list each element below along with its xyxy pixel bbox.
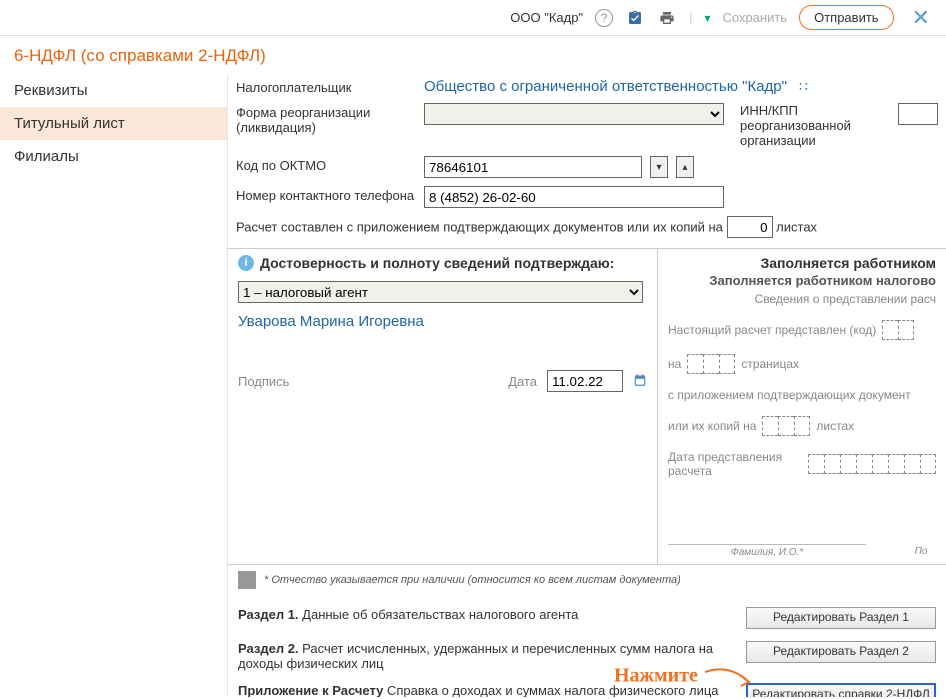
fam-label: Фамилия, И.О.* (668, 544, 866, 558)
title-bar: 6-НДФЛ (со справками 2-НДФЛ) (0, 36, 946, 74)
reorg-select[interactable] (424, 103, 724, 125)
section3-bold: Приложение к Расчету (238, 683, 383, 697)
phone-input[interactable] (424, 186, 724, 208)
clipboard-icon[interactable] (625, 8, 645, 28)
person-link[interactable]: Уварова Марина Игоревна (238, 313, 647, 330)
info-icon[interactable]: i (238, 255, 254, 271)
taxpayer-link[interactable]: Общество с ограниченной ответственностью… (424, 78, 787, 95)
calc-suffix: листах (776, 220, 817, 235)
reorg-label: Форма реорганизации (ликвидация) (236, 103, 416, 135)
gray-square-icon (238, 571, 256, 589)
date-input[interactable] (547, 370, 623, 392)
print-icon[interactable] (657, 8, 677, 28)
org-name: ООО "Кадр" (510, 10, 583, 25)
phone-label: Номер контактного телефона (236, 186, 416, 203)
right-title: Заполняется работником (668, 255, 936, 271)
page-title: 6-НДФЛ (со справками 2-НДФЛ) (14, 46, 932, 66)
pages-cells (687, 354, 735, 374)
row4-suf: листах (816, 419, 854, 433)
save-button: Сохранить (722, 10, 787, 25)
calc-prefix: Расчет составлен с приложением подтвержд… (236, 220, 723, 235)
edit-section2-button[interactable]: Редактировать Раздел 2 (746, 641, 936, 663)
edit-2ndfl-button[interactable]: Редактировать справки 2-НДФЛ (746, 683, 936, 697)
agent-select[interactable]: 1 – налоговый агент (238, 281, 643, 303)
topbar: ООО "Кадр" ? | ▾ Сохранить Отправить ✕ (0, 0, 946, 36)
oktmo-input[interactable] (424, 156, 642, 178)
oktmo-dropdown-icon[interactable]: ▾ (650, 156, 668, 178)
oktmo-up-icon[interactable]: ▴ (676, 156, 694, 178)
code-cells (882, 320, 914, 340)
date-label: Дата (508, 374, 537, 389)
right-note: Сведения о представлении расч (668, 292, 936, 306)
section2-bold: Раздел 2. (238, 641, 299, 656)
row3: с приложением подтверждающих документ (668, 388, 911, 402)
sidebar-item-requisites[interactable]: Реквизиты (0, 74, 227, 107)
section1-bold: Раздел 1. (238, 607, 299, 622)
row4-pre: или их копий на (668, 419, 756, 433)
cert-header: Достоверность и полноту сведений подтвер… (260, 255, 614, 271)
inn-label: ИНН/КПП реорганизованной организации (740, 103, 890, 148)
inn-input[interactable] (898, 103, 938, 125)
oktmo-label: Код по ОКТМО (236, 156, 416, 173)
section1-text: Данные об обязательствах налогового аген… (299, 607, 579, 622)
help-icon[interactable]: ? (595, 9, 613, 27)
right-sub: Заполняется работником налогово (668, 273, 936, 288)
taxpayer-label: Налогоплательщик (236, 78, 416, 95)
callout-annotation: Нажмите (614, 662, 753, 692)
calendar-icon[interactable] (633, 373, 647, 390)
list-icon[interactable]: ∷ (799, 78, 808, 95)
footnote-text: * Отчество указывается при наличии (отно… (264, 574, 681, 586)
chevron-down-icon[interactable]: ▾ (704, 11, 710, 25)
row1-pre: Настоящий расчет представлен (код) (668, 323, 876, 337)
close-icon[interactable]: ✕ (906, 5, 936, 31)
sidebar-item-title-page[interactable]: Титульный лист (0, 107, 227, 140)
po-label: По (906, 544, 936, 557)
send-button[interactable]: Отправить (799, 5, 893, 30)
sidebar: Реквизиты Титульный лист Филиалы (0, 74, 228, 697)
date-cells (808, 454, 936, 474)
sheets-cells (762, 416, 810, 436)
row5: Дата представления расчета (668, 450, 798, 478)
sidebar-item-branches[interactable]: Филиалы (0, 140, 227, 173)
row2-pre: на (668, 357, 681, 371)
content: Налогоплательщик Общество с ограниченной… (228, 74, 946, 697)
row2-suf: страницах (741, 357, 799, 371)
edit-section1-button[interactable]: Редактировать Раздел 1 (746, 607, 936, 629)
divider: | (689, 10, 692, 25)
signature-label: Подпись (238, 374, 289, 389)
calc-pages-input[interactable] (727, 216, 773, 238)
